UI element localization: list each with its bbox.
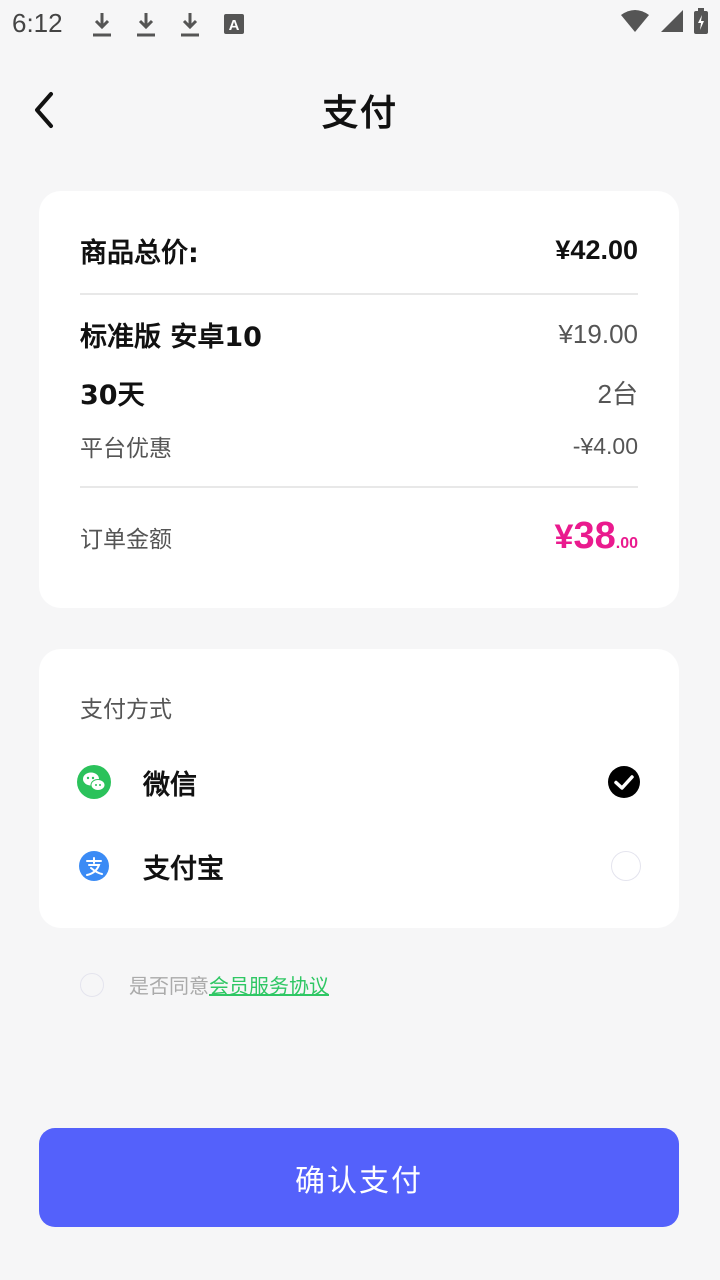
device-count: 2台 xyxy=(597,379,638,409)
download-icon xyxy=(137,13,155,37)
checkmark-icon[interactable] xyxy=(607,765,641,799)
order-summary-card: 商品总价: ¥42.00 标准版 安卓10 ¥19.00 30天 2台 平台优惠… xyxy=(39,191,679,608)
page-title: 支付 xyxy=(321,93,398,134)
svg-text:A: A xyxy=(229,17,240,34)
wechat-icon xyxy=(77,765,111,799)
agreement-text: 是否同意 xyxy=(129,974,209,998)
duration-label: 30天 xyxy=(80,380,145,411)
download-icon xyxy=(93,13,111,37)
duration-row: 30天 2台 xyxy=(80,373,638,412)
divider xyxy=(80,486,638,488)
payment-method-card: 支付方式 微信 支付宝 xyxy=(39,649,679,928)
product-name: 标准版 安卓10 xyxy=(80,322,262,353)
wifi-icon xyxy=(621,10,649,32)
payment-option-label: 微信 xyxy=(143,769,197,801)
alipay-icon xyxy=(79,851,109,881)
agreement-row: 是否同意 会员服务协议 xyxy=(80,970,329,999)
order-amount-row: 订单金额 ¥38.00 xyxy=(80,515,638,558)
page-header: 支付 xyxy=(0,64,720,156)
payment-option-alipay[interactable]: 支付宝 xyxy=(77,834,641,898)
divider xyxy=(80,293,638,295)
membership-agreement-link[interactable]: 会员服务协议 xyxy=(209,970,329,999)
status-time: 6:12 xyxy=(12,8,63,38)
payment-option-label: 支付宝 xyxy=(143,853,224,885)
payment-option-wechat[interactable]: 微信 xyxy=(77,750,641,814)
total-price-value: ¥42.00 xyxy=(555,235,638,265)
radio-button[interactable] xyxy=(611,851,641,881)
product-row: 标准版 安卓10 ¥19.00 xyxy=(80,315,638,354)
order-amount-label: 订单金额 xyxy=(80,526,172,553)
signal-icon xyxy=(661,10,683,32)
order-amount-value: ¥38.00 xyxy=(554,515,638,557)
confirm-payment-button[interactable]: 确认支付 xyxy=(39,1128,679,1227)
total-price-label: 商品总价: xyxy=(80,238,199,269)
discount-value: -¥4.00 xyxy=(572,432,638,459)
battery-icon xyxy=(694,8,708,34)
a-icon: A xyxy=(224,14,244,34)
discount-row: 平台优惠 -¥4.00 xyxy=(80,429,638,463)
product-price: ¥19.00 xyxy=(558,319,638,349)
discount-label: 平台优惠 xyxy=(80,436,172,462)
total-price-row: 商品总价: ¥42.00 xyxy=(80,231,638,270)
status-bar: 6:12 A xyxy=(0,0,720,48)
agreement-checkbox[interactable] xyxy=(80,972,104,997)
download-icon xyxy=(181,13,199,37)
payment-method-label: 支付方式 xyxy=(80,697,172,723)
